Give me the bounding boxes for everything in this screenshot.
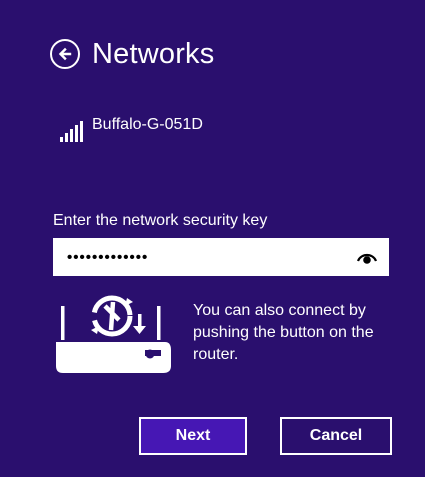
back-button[interactable] bbox=[50, 39, 80, 69]
router-hint-text: You can also connect by pushing the butt… bbox=[193, 302, 374, 363]
next-button[interactable]: Next bbox=[139, 417, 247, 455]
cancel-button[interactable]: Cancel bbox=[280, 417, 392, 455]
security-key-value: ••••••••••••• bbox=[67, 248, 149, 266]
network-connect-panel: Networks Buffalo-G-051D Enter the networ… bbox=[0, 0, 425, 477]
security-key-input[interactable]: ••••••••••••• bbox=[53, 238, 389, 276]
security-key-label: Enter the network security key bbox=[53, 212, 268, 229]
eye-icon bbox=[357, 253, 377, 264]
page-title: Networks bbox=[92, 37, 215, 70]
router-wps-icon bbox=[56, 295, 171, 373]
network-item: Buffalo-G-051D bbox=[60, 116, 203, 142]
reveal-password-button[interactable] bbox=[355, 247, 379, 267]
back-arrow-circle-icon bbox=[58, 47, 72, 61]
wifi-signal-icon bbox=[60, 118, 83, 142]
network-name: Buffalo-G-051D bbox=[92, 116, 203, 133]
header: Networks bbox=[50, 39, 214, 69]
